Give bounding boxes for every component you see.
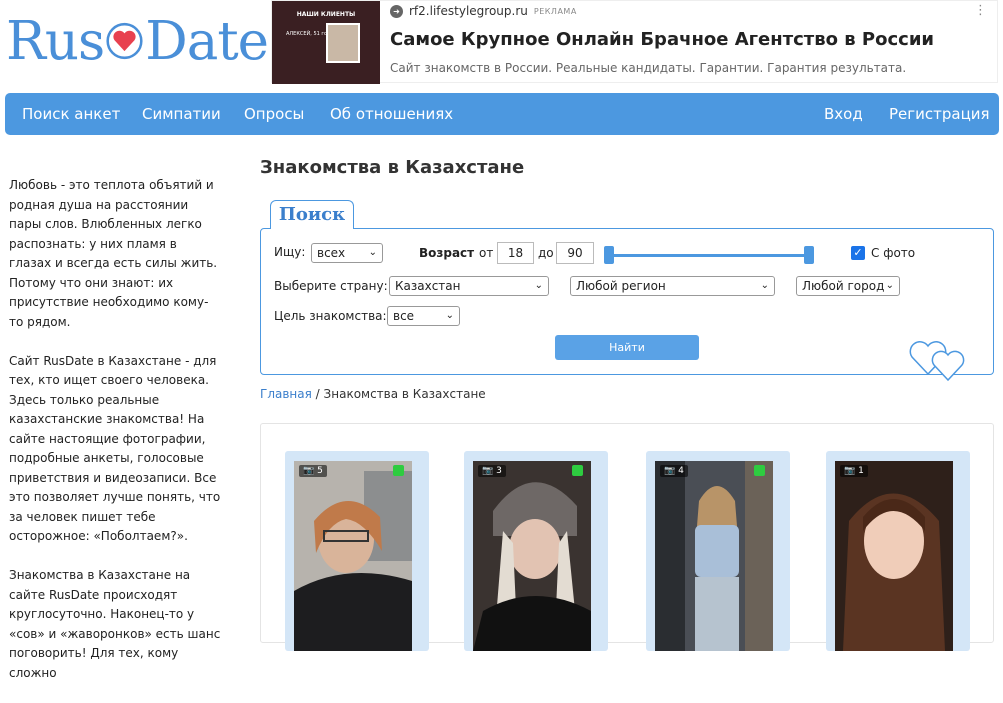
site-logo[interactable]: Rus Date (6, 6, 269, 76)
camera-icon: 📷 (664, 466, 676, 476)
chevron-down-icon: ⌄ (534, 280, 543, 291)
profile-photo[interactable]: 📷 1 (835, 461, 953, 651)
more-options-icon[interactable]: ⋮ (974, 3, 987, 18)
hearts-decoration-icon (909, 341, 965, 382)
ad-url[interactable]: ➜ rf2.lifestylegroup.ru РЕКЛАМА (390, 4, 577, 18)
breadcrumb-separator: / (315, 387, 320, 401)
profile-card[interactable]: 📷 3 (464, 451, 608, 651)
breadcrumb: Главная / Знакомства в Казахстане (260, 387, 486, 401)
profile-card[interactable]: 📷 4 (646, 451, 790, 651)
ad-banner[interactable]: НАШИ КЛИЕНТЫ АЛЕКСЕЙ, 51 год ➜ rf2.lifes… (271, 0, 998, 84)
profile-card[interactable]: 📷 5 (285, 451, 429, 651)
seek-select[interactable]: всех ⌄ (311, 243, 383, 263)
ad-title[interactable]: Самое Крупное Онлайн Брачное Агентство в… (390, 29, 934, 50)
nav-item-polls[interactable]: Опросы (244, 105, 304, 123)
age-slider-min-handle[interactable] (604, 246, 614, 264)
ad-url-text: rf2.lifestylegroup.ru (409, 4, 528, 18)
goal-value: все (393, 309, 415, 323)
camera-icon: 📷 (844, 466, 856, 476)
nav-item-likes[interactable]: Симпатии (142, 105, 221, 123)
profile-photo-image (655, 461, 773, 651)
city-select[interactable]: Любой город ⌄ (796, 276, 900, 296)
logo-text-right: Date (145, 10, 269, 72)
age-from-input[interactable]: 18 (497, 242, 534, 264)
breadcrumb-current: Знакомства в Казахстане (323, 387, 486, 401)
profile-photo-image (835, 461, 953, 651)
profile-photo[interactable]: 📷 3 (473, 461, 591, 651)
profile-photo[interactable]: 📷 5 (294, 461, 412, 651)
age-range-slider[interactable] (610, 254, 808, 257)
region-value: Любой регион (576, 279, 666, 293)
age-from-label: от (479, 246, 494, 260)
main-nav: Поиск анкет Симпатии Опросы Об отношения… (5, 93, 999, 135)
photo-count: 3 (496, 466, 502, 476)
photo-count-badge: 📷 5 (299, 465, 327, 477)
login-link[interactable]: Вход (824, 105, 863, 123)
register-link[interactable]: Регистрация (889, 105, 990, 123)
profile-photo-image (294, 461, 412, 651)
photo-count: 4 (678, 466, 684, 476)
heart-logo-icon (106, 22, 143, 60)
seek-value: всех (317, 246, 346, 260)
age-to-label: до (538, 246, 554, 260)
with-photo-label: С фото (871, 246, 916, 260)
chevron-down-icon: ⌄ (445, 310, 454, 321)
with-photo-checkbox[interactable]: ✓ (851, 246, 865, 260)
seek-label: Ищу: (274, 245, 306, 259)
photo-count-badge: 📷 4 (660, 465, 688, 477)
find-button[interactable]: Найти (555, 335, 699, 360)
search-tab: Поиск (270, 200, 354, 229)
sidebar-paragraph: Сайт RusDate в Казахстане - для тех, кто… (9, 353, 221, 544)
photo-count-badge: 📷 3 (478, 465, 506, 477)
external-link-icon: ➜ (390, 4, 403, 18)
profile-photo[interactable]: 📷 4 (655, 461, 773, 651)
goal-label: Цель знакомства: (274, 309, 387, 323)
online-indicator (393, 465, 404, 476)
photo-count: 1 (858, 466, 864, 476)
ad-tag: РЕКЛАМА (533, 6, 577, 16)
breadcrumb-home-link[interactable]: Главная (260, 387, 312, 401)
online-indicator (754, 465, 765, 476)
ad-thumb-name: АЛЕКСЕЙ, 51 год (286, 31, 331, 37)
sidebar-text: Любовь - это теплота объятий и родная ду… (9, 176, 221, 703)
page-title: Знакомства в Казахстане (260, 157, 525, 178)
city-value: Любой город (802, 279, 885, 293)
profile-photo-image (473, 461, 591, 651)
ad-thumb-caption: НАШИ КЛИЕНТЫ (296, 11, 356, 18)
sidebar-paragraph: Знакомства в Казахстане на сайте RusDate… (9, 568, 221, 680)
age-label: Возраст (419, 246, 475, 260)
country-value: Казахстан (395, 279, 461, 293)
region-select[interactable]: Любой регион ⌄ (570, 276, 775, 296)
chevron-down-icon: ⌄ (760, 280, 769, 291)
ad-description: Сайт знакомств в России. Реальные кандид… (390, 61, 907, 75)
camera-icon: 📷 (482, 466, 494, 476)
ad-thumbnail[interactable]: НАШИ КЛИЕНТЫ АЛЕКСЕЙ, 51 год (272, 1, 380, 84)
photo-count-badge: 📷 1 (840, 465, 868, 477)
sidebar-paragraph: Любовь - это теплота объятий и родная ду… (9, 178, 218, 329)
chevron-down-icon: ⌄ (885, 280, 894, 291)
age-to-input[interactable]: 90 (556, 242, 594, 264)
logo-text-left: Rus (6, 10, 105, 72)
chevron-down-icon: ⌄ (368, 247, 377, 258)
goal-select[interactable]: все ⌄ (387, 306, 460, 326)
photo-count: 5 (317, 466, 323, 476)
nav-item-search[interactable]: Поиск анкет (22, 105, 120, 123)
ad-thumb-photo (326, 23, 360, 63)
online-indicator (572, 465, 583, 476)
camera-icon: 📷 (303, 466, 315, 476)
profile-card[interactable]: 📷 1 (826, 451, 970, 651)
nav-item-relationships[interactable]: Об отношениях (330, 105, 453, 123)
country-label: Выберите страну: (274, 279, 388, 293)
age-slider-max-handle[interactable] (804, 246, 814, 264)
country-select[interactable]: Казахстан ⌄ (389, 276, 549, 296)
